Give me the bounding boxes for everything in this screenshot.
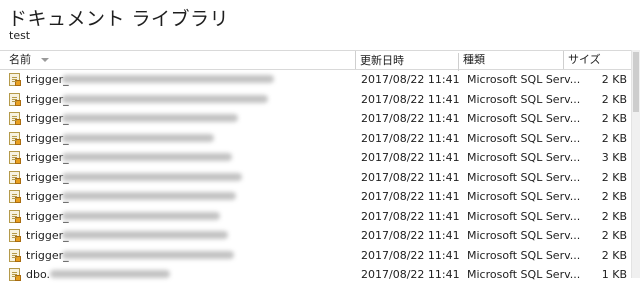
sql-file-icon bbox=[9, 92, 21, 106]
file-row[interactable]: trigger_ 2017/08/22 11:41 Microsoft SQL … bbox=[0, 207, 632, 227]
scrollbar-thumb[interactable] bbox=[633, 52, 639, 112]
file-size: 2 KB bbox=[601, 112, 627, 125]
column-header-modified-label: 更新日時 bbox=[360, 54, 404, 67]
file-size: 2 KB bbox=[601, 229, 627, 242]
file-size: 2 KB bbox=[601, 190, 627, 203]
column-header-modified[interactable]: 更新日時 bbox=[356, 53, 459, 71]
document-library-window: ドキュメント ライブラリ test 名前 更新日時 種類 サイズ trigger… bbox=[0, 0, 640, 281]
file-type: Microsoft SQL Serv... bbox=[467, 248, 581, 262]
redacted-file-name bbox=[62, 75, 274, 83]
file-modified: 2017/08/22 11:41 bbox=[361, 248, 460, 262]
file-size: 2 KB bbox=[601, 131, 627, 145]
sql-file-icon bbox=[9, 73, 21, 86]
file-row[interactable]: trigger_ 2017/08/22 11:41 Microsoft SQL … bbox=[0, 129, 632, 149]
column-header-size[interactable]: サイズ bbox=[564, 51, 632, 69]
file-size: 2 KB bbox=[601, 209, 627, 223]
sql-file-icon bbox=[9, 170, 21, 184]
file-type: Microsoft SQL Serv... bbox=[467, 73, 581, 86]
redacted-file-name bbox=[62, 231, 228, 239]
file-row[interactable]: trigger_ 2017/08/22 11:41 Microsoft SQL … bbox=[0, 246, 632, 266]
redacted-file-name bbox=[62, 172, 242, 181]
file-row[interactable]: trigger_ 2017/08/22 11:41 Microsoft SQL … bbox=[0, 168, 632, 188]
sql-file-icon bbox=[9, 112, 21, 125]
file-modified: 2017/08/22 11:41 bbox=[361, 92, 460, 106]
file-size: 2 KB bbox=[601, 73, 627, 86]
column-header-type-label: 種類 bbox=[463, 53, 485, 66]
redacted-file-name bbox=[62, 153, 232, 161]
redacted-file-name bbox=[62, 94, 268, 103]
redacted-file-name bbox=[62, 133, 214, 142]
file-row[interactable]: trigger_ 2017/08/22 11:41 Microsoft SQL … bbox=[0, 187, 632, 207]
file-name-prefix: dbo. bbox=[26, 268, 50, 281]
redacted-file-name bbox=[62, 250, 234, 259]
sql-file-icon bbox=[9, 248, 21, 262]
library-title: ドキュメント ライブラリ bbox=[8, 8, 230, 30]
sql-file-icon bbox=[9, 190, 21, 203]
redacted-file-name bbox=[62, 114, 238, 122]
file-type: Microsoft SQL Serv... bbox=[467, 209, 581, 223]
file-modified: 2017/08/22 11:41 bbox=[361, 229, 460, 242]
column-header-type[interactable]: 種類 bbox=[459, 51, 564, 69]
file-modified: 2017/08/22 11:41 bbox=[361, 170, 460, 184]
file-modified: 2017/08/22 11:41 bbox=[361, 73, 460, 86]
file-size: 2 KB bbox=[601, 92, 627, 106]
file-modified: 2017/08/22 11:41 bbox=[361, 268, 460, 281]
file-type: Microsoft SQL Serv... bbox=[467, 170, 581, 184]
file-size: 1 KB bbox=[601, 268, 627, 281]
file-type: Microsoft SQL Serv... bbox=[467, 92, 581, 106]
file-modified: 2017/08/22 11:41 bbox=[361, 209, 460, 223]
vertical-scrollbar[interactable] bbox=[631, 50, 640, 278]
column-header-name-label: 名前 bbox=[9, 53, 31, 66]
file-size: 2 KB bbox=[601, 170, 627, 184]
redacted-file-name bbox=[62, 192, 236, 200]
file-list: trigger_ 2017/08/22 11:41 Microsoft SQL … bbox=[0, 70, 632, 285]
file-row[interactable]: trigger_ 2017/08/22 11:41 Microsoft SQL … bbox=[0, 109, 632, 129]
sql-file-icon bbox=[9, 209, 21, 223]
file-row[interactable]: trigger_ 2017/08/22 11:41 Microsoft SQL … bbox=[0, 90, 632, 110]
redacted-file-name bbox=[50, 270, 170, 278]
file-modified: 2017/08/22 11:41 bbox=[361, 112, 460, 125]
file-size: 2 KB bbox=[601, 248, 627, 262]
file-type: Microsoft SQL Serv... bbox=[467, 268, 581, 281]
file-type: Microsoft SQL Serv... bbox=[467, 151, 581, 164]
column-header-name[interactable]: 名前 bbox=[5, 51, 356, 69]
sql-file-icon bbox=[9, 151, 21, 164]
file-type: Microsoft SQL Serv... bbox=[467, 112, 581, 125]
column-header-size-label: サイズ bbox=[568, 53, 601, 66]
file-size: 3 KB bbox=[601, 151, 627, 164]
file-type: Microsoft SQL Serv... bbox=[467, 131, 581, 145]
sort-down-icon[interactable] bbox=[41, 58, 49, 62]
file-row[interactable]: trigger_ 2017/08/22 11:41 Microsoft SQL … bbox=[0, 226, 632, 246]
file-type: Microsoft SQL Serv... bbox=[467, 190, 581, 203]
file-modified: 2017/08/22 11:41 bbox=[361, 190, 460, 203]
sql-file-icon bbox=[9, 131, 21, 145]
file-row[interactable]: dbo. 2017/08/22 11:41 Microsoft SQL Serv… bbox=[0, 265, 632, 285]
redacted-file-name bbox=[62, 211, 220, 220]
library-subtitle: test bbox=[9, 29, 31, 42]
file-modified: 2017/08/22 11:41 bbox=[361, 151, 460, 164]
file-row[interactable]: trigger_ 2017/08/22 11:41 Microsoft SQL … bbox=[0, 70, 632, 90]
file-row[interactable]: trigger_ 2017/08/22 11:41 Microsoft SQL … bbox=[0, 148, 632, 168]
file-type: Microsoft SQL Serv... bbox=[467, 229, 581, 242]
column-header-bar: 名前 更新日時 種類 サイズ bbox=[0, 50, 632, 71]
sql-file-icon bbox=[9, 229, 21, 242]
file-modified: 2017/08/22 11:41 bbox=[361, 131, 460, 145]
sql-file-icon bbox=[9, 268, 21, 281]
